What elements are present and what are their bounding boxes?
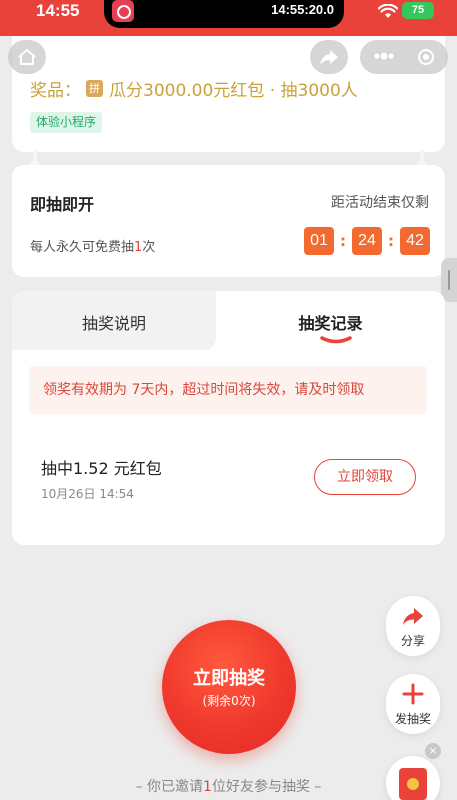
countdown-timer: 01 : 24 : 42 — [304, 227, 430, 255]
target-icon[interactable] — [418, 49, 434, 65]
draw-now-button[interactable]: 立即抽奖 (剩余0次) — [162, 620, 296, 754]
remaining-draws: (剩余0次) — [202, 694, 256, 708]
timer-seconds: 42 — [400, 227, 430, 255]
red-packet-button[interactable] — [386, 756, 440, 800]
mini-program-tag: 体验小程序 — [30, 112, 103, 133]
timer-separator: : — [388, 232, 394, 250]
dynamic-island: 14:55:20.0 — [104, 0, 344, 28]
share-top-button[interactable] — [310, 40, 348, 74]
prize-label: 奖品： — [30, 81, 81, 101]
record-title: 抽中1.52 元红包 — [41, 459, 162, 478]
plus-icon — [402, 683, 424, 705]
share-button[interactable]: 分享 — [386, 596, 440, 656]
alarm-app-icon — [112, 0, 134, 22]
home-icon — [18, 49, 36, 65]
timer-hours: 01 — [304, 227, 334, 255]
prize-text: 瓜分3000.00元红包 · 抽3000人 — [109, 81, 358, 101]
timer-separator: : — [340, 232, 346, 250]
close-icon[interactable]: × — [425, 743, 441, 759]
countdown-card: 即抽即开 距活动结束仅剩 每人永久可免费抽1次 01 : 24 : 42 — [12, 165, 445, 277]
wifi-icon — [378, 4, 398, 18]
active-tab-indicator — [320, 336, 352, 344]
status-time: 14:55 — [36, 1, 80, 20]
pin-badge-icon: 拼 — [86, 80, 103, 97]
status-bar: 14:55 14:55:20.0 75 — [0, 0, 457, 36]
tabs-card: 抽奖说明 抽奖记录 领奖有效期为 7天内，超过时间将失效，请及时领取 抽中1.5… — [12, 291, 445, 545]
side-drag-handle[interactable] — [441, 258, 457, 302]
capsule-menu[interactable] — [360, 40, 448, 74]
tab-rules[interactable]: 抽奖说明 — [12, 291, 216, 350]
home-button[interactable] — [8, 40, 46, 74]
share-arrow-icon — [403, 608, 423, 625]
draw-label: 立即抽奖 — [193, 668, 265, 689]
tab-rules-label: 抽奖说明 — [81, 314, 146, 333]
claim-notice: 领奖有效期为 7天内，超过时间将失效，请及时领取 — [29, 366, 427, 414]
island-timer: 14:55:20.0 — [271, 2, 334, 17]
claim-now-button[interactable]: 立即领取 — [314, 459, 416, 495]
record-date: 10月26日 14:54 — [41, 487, 134, 501]
countdown-end-label: 距活动结束仅剩 — [331, 195, 429, 211]
countdown-title: 即抽即开 — [30, 195, 95, 214]
battery-icon: 75 — [402, 2, 434, 19]
share-label: 分享 — [400, 634, 425, 648]
red-packet-icon — [399, 768, 427, 800]
tab-records[interactable]: 抽奖记录 — [216, 310, 445, 334]
share-arrow-icon — [320, 50, 338, 65]
post-lottery-label: 发抽奖 — [394, 712, 431, 726]
timer-minutes: 24 — [352, 227, 382, 255]
free-draw-note: 每人永久可免费抽1次 — [30, 240, 156, 255]
prize-row: 奖品： 拼 瓜分3000.00元红包 · 抽3000人 — [30, 76, 358, 101]
more-dots-icon[interactable] — [373, 49, 395, 63]
post-lottery-button[interactable]: 发抽奖 — [386, 674, 440, 734]
